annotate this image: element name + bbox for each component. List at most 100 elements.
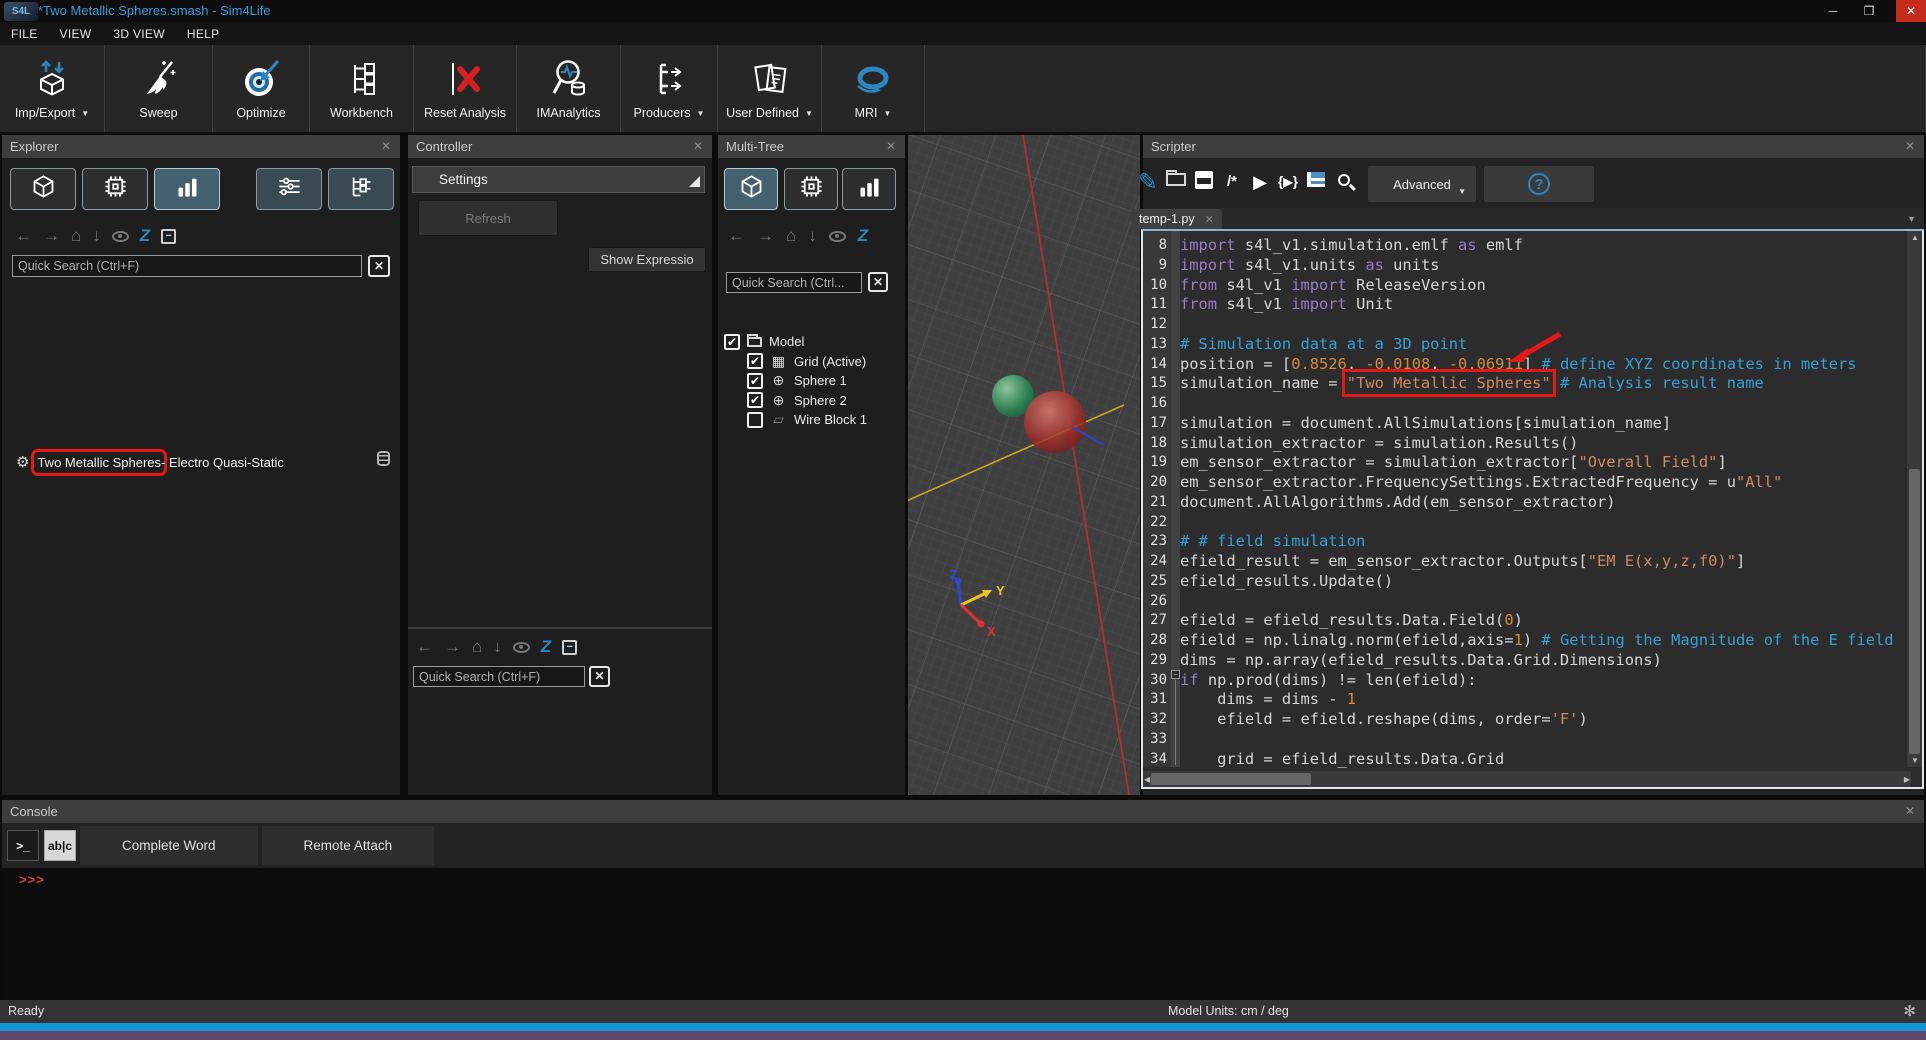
menu-item-file[interactable]: FILE [0, 27, 49, 41]
multi-tree-close-icon[interactable]: ✕ [883, 135, 899, 158]
visibility-icon[interactable] [829, 231, 846, 242]
menu-item-help[interactable]: HELP [176, 27, 231, 41]
advanced-dropdown[interactable]: Advanced ▼ [1368, 166, 1476, 202]
toolbar-group-import-export[interactable]: Imp/Export▼ [0, 45, 105, 132]
scroll-left-icon[interactable]: ◀ [1144, 775, 1150, 784]
horizontal-scroll-thumb[interactable] [1151, 773, 1311, 785]
toolbar-group-producers[interactable]: Producers▼ [621, 45, 718, 132]
toolbar-group-workbench[interactable]: Workbench [310, 45, 414, 132]
toolbar-group-reset-analysis[interactable]: Reset Analysis [414, 45, 517, 132]
results-database-icon[interactable] [377, 451, 390, 466]
view-button-model-view[interactable] [10, 168, 76, 210]
multi-tree-search-clear-icon[interactable]: ✕ [868, 272, 888, 292]
down-icon[interactable]: ↓ [493, 637, 502, 657]
visibility-icon[interactable] [513, 642, 530, 653]
dropdown-caret-icon[interactable]: ▼ [884, 109, 892, 118]
zoom-extents-icon[interactable]: Z [858, 226, 868, 246]
toolbar-group-user-defined[interactable]: User Defined▼ [718, 45, 822, 132]
checkbox[interactable]: ✔ [747, 353, 763, 369]
restore-button[interactable]: ❐ [1854, 0, 1884, 22]
view-button-analysis-view[interactable] [154, 168, 220, 210]
comment-button[interactable]: /* [1217, 163, 1247, 201]
vertical-scroll-thumb[interactable] [1909, 469, 1920, 754]
home-icon[interactable]: ⌂ [786, 226, 796, 246]
remote-attach-button[interactable]: Remote Attach [262, 826, 435, 865]
back-icon[interactable]: ← [15, 226, 32, 246]
toolbar-group-sweep[interactable]: Sweep [105, 45, 213, 132]
search-button[interactable] [1329, 163, 1359, 201]
view-button-settings-filter[interactable] [256, 168, 322, 210]
view-button-simulation-view[interactable] [82, 168, 148, 210]
console-close-icon[interactable]: ✕ [1902, 800, 1918, 823]
checkbox[interactable]: ✔ [724, 334, 740, 350]
console-output-button[interactable] [1301, 163, 1331, 201]
vertical-scrollbar[interactable]: ▲ ▼ [1907, 231, 1922, 767]
complete-word-button[interactable]: Complete Word [80, 826, 258, 865]
down-icon[interactable]: ↓ [808, 226, 817, 246]
view-button-simulation-view[interactable] [784, 168, 838, 210]
toolbar-group-optimize[interactable]: Optimize [213, 45, 310, 132]
tree-item-wire-block-1[interactable]: ▱Wire Block 1 [747, 410, 867, 429]
dropdown-caret-icon[interactable]: ▼ [81, 109, 89, 118]
forward-icon[interactable]: → [757, 226, 774, 246]
view-button-tree-layout[interactable] [328, 168, 394, 210]
help-button[interactable]: ? [1484, 166, 1594, 202]
show-expression-button[interactable]: Show Expressio [588, 247, 706, 272]
fold-marker-icon[interactable]: − [1171, 670, 1180, 679]
simulation-tree-item[interactable]: ⚙ Two Metallic Spheres - Electro Quasi-S… [16, 448, 284, 476]
scroll-up-icon[interactable]: ▲ [1911, 233, 1919, 242]
explorer-search-input[interactable] [12, 255, 362, 277]
close-button[interactable]: ✕ [1896, 0, 1926, 22]
run-button[interactable]: ▶ [1245, 163, 1275, 201]
controller-search-input[interactable] [413, 666, 585, 687]
tab-close-icon[interactable]: ✕ [1205, 214, 1214, 226]
open-script-button[interactable] [1161, 163, 1191, 201]
collapse-icon[interactable]: − [562, 640, 577, 655]
down-icon[interactable]: ↓ [92, 226, 101, 246]
code-editor[interactable]: 8910111213141516171819202122232425262728… [1141, 229, 1924, 789]
home-icon[interactable]: ⌂ [472, 637, 482, 657]
viewport-3d[interactable]: Z Y X [908, 135, 1140, 795]
refresh-button[interactable]: Refresh [418, 200, 558, 236]
view-button-model-view[interactable] [724, 168, 778, 210]
menu-item-view[interactable]: VIEW [49, 27, 103, 41]
forward-icon[interactable]: → [444, 637, 461, 657]
checkbox[interactable] [747, 412, 763, 428]
horizontal-scrollbar[interactable]: ◀ ▶ [1143, 771, 1911, 787]
toolbar-group-imanalytics[interactable]: IMAnalytics [517, 45, 621, 132]
tree-item-grid-active-[interactable]: ✔▦Grid (Active) [747, 352, 866, 371]
explorer-close-icon[interactable]: ✕ [378, 135, 394, 158]
new-script-button[interactable]: ✎ [1133, 163, 1163, 201]
zoom-extents-icon[interactable]: Z [541, 637, 551, 657]
toolbar-group-mri[interactable]: MRI▼ [822, 45, 925, 132]
explorer-search-clear-icon[interactable]: ✕ [368, 255, 390, 277]
checkbox[interactable]: ✔ [747, 392, 763, 408]
scroll-down-icon[interactable]: ▼ [1911, 756, 1919, 765]
auto-complete-icon[interactable]: ab|c [44, 830, 76, 861]
save-script-button[interactable] [1189, 163, 1219, 201]
collapse-icon[interactable]: − [161, 229, 176, 244]
tree-item-sphere-2[interactable]: ✔⊕Sphere 2 [747, 391, 847, 410]
console-output[interactable]: >>> [2, 868, 1924, 1000]
controller-close-icon[interactable]: ✕ [690, 135, 706, 158]
scroll-right-icon[interactable]: ▶ [1904, 775, 1910, 784]
settings-section-header[interactable]: Settings [412, 166, 705, 193]
zoom-extents-icon[interactable]: Z [140, 226, 150, 246]
forward-icon[interactable]: → [43, 226, 60, 246]
back-icon[interactable]: ← [416, 637, 433, 657]
tree-item-sphere-1[interactable]: ✔⊕Sphere 1 [747, 371, 847, 390]
scripter-close-icon[interactable]: ✕ [1902, 135, 1918, 158]
menu-item-3d-view[interactable]: 3D VIEW [102, 27, 175, 41]
controller-search-clear-icon[interactable]: ✕ [589, 666, 610, 687]
checkbox[interactable]: ✔ [747, 373, 763, 389]
tree-item-model[interactable]: ✔Model [724, 332, 804, 351]
run-selection-button[interactable]: {▶} [1273, 163, 1303, 201]
view-button-analysis-view[interactable] [842, 168, 896, 210]
tab-list-caret-icon[interactable]: ▼ [1907, 214, 1916, 224]
home-icon[interactable]: ⌂ [71, 226, 81, 246]
dropdown-caret-icon[interactable]: ▼ [697, 109, 705, 118]
interactive-console-icon[interactable]: >_ [7, 830, 39, 861]
tab-temp-1[interactable]: temp-1.py✕ [1131, 209, 1222, 229]
multi-tree-search-input[interactable] [726, 272, 862, 293]
dropdown-caret-icon[interactable]: ▼ [805, 109, 813, 118]
